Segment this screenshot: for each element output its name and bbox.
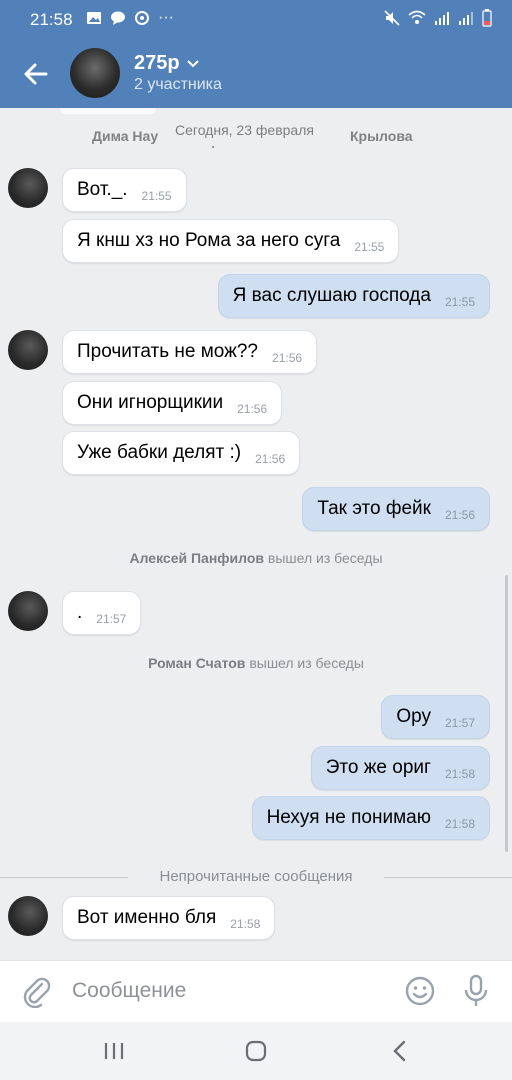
- system-message: Роман Счатов вышел из беседы: [0, 655, 512, 671]
- message-time: 21:55: [141, 189, 172, 203]
- system-icons: [384, 9, 492, 27]
- chat-header: 21:58 ··· 275р 2 участника: [0, 0, 512, 108]
- more-notifications-icon: ···: [158, 9, 174, 26]
- message-text: .: [77, 602, 83, 623]
- message-time: 21:56: [272, 351, 303, 365]
- message-time: 21:56: [255, 452, 286, 466]
- message-text: Прочитать не мож??: [77, 341, 259, 362]
- message-bubble[interactable]: Они игнорщикии 21:56: [62, 381, 283, 425]
- message-bubble[interactable]: Прочитать не мож?? 21:56: [62, 330, 318, 374]
- chat-title[interactable]: 275р: [134, 52, 200, 75]
- message-text: Нехуя не понимаю: [266, 807, 431, 828]
- signal-icon: [435, 12, 449, 25]
- chat-title-text: 275р: [134, 52, 180, 74]
- avatar[interactable]: [8, 168, 48, 208]
- battery-icon: [482, 9, 492, 27]
- back-chevron-icon[interactable]: [390, 1039, 410, 1063]
- message-time: 21:55: [354, 240, 385, 254]
- message-text: Вот именно бля: [77, 907, 217, 928]
- avatar[interactable]: [8, 330, 48, 370]
- microphone-icon[interactable]: [462, 973, 490, 1009]
- message-bubble[interactable]: Так это фейк 21:56: [302, 487, 490, 531]
- message-time: 21:57: [96, 612, 127, 626]
- date-dot: [212, 146, 214, 148]
- message-time: 21:56: [444, 508, 475, 522]
- attach-icon[interactable]: [22, 976, 52, 1008]
- message-text: Я кнш хз но Рома за него суга: [77, 230, 341, 251]
- message-text: Уже бабки делят :): [77, 442, 242, 463]
- system-message-action: вышел из беседы: [267, 550, 383, 566]
- message-text: Они игнорщикии: [77, 392, 224, 413]
- message-bubble[interactable]: Вот именно бля 21:58: [62, 896, 276, 940]
- chevron-down-icon: [186, 59, 199, 67]
- message-text: Так это фейк: [317, 498, 431, 519]
- message-bubble[interactable]: Я кнш хз но Рома за него суга 21:55: [62, 219, 400, 263]
- name-fragment-right: Крылова: [350, 128, 413, 144]
- divider-line: [384, 877, 512, 878]
- message-bubble[interactable]: Ору 21:57: [381, 695, 490, 739]
- message-time: 21:55: [444, 295, 475, 309]
- message-list[interactable]: Дима Нау Сегодня, 23 февраля Крылова Вот…: [0, 108, 512, 960]
- message-time: 21:56: [237, 402, 268, 416]
- message-bubble[interactable]: Уже бабки делят :) 21:56: [62, 431, 301, 475]
- status-bar: 21:58 ···: [0, 0, 512, 38]
- message-time: 21:58: [230, 917, 261, 931]
- avatar[interactable]: [8, 591, 48, 631]
- system-message-action: вышел из беседы: [249, 655, 364, 671]
- system-navigation-bar: [0, 1022, 512, 1080]
- message-text: Вот._.: [77, 179, 128, 200]
- chat-avatar[interactable]: [70, 48, 120, 98]
- avatar[interactable]: [8, 896, 48, 936]
- unread-divider: Непрочитанные сообщения: [0, 868, 512, 886]
- sync-icon: [135, 11, 149, 25]
- message-bubble[interactable]: Я вас слушаю господа 21:55: [217, 274, 490, 318]
- message-text: Я вас слушаю господа: [232, 285, 431, 306]
- recent-apps-icon[interactable]: [102, 1040, 126, 1062]
- message-bubble[interactable]: Вот._. 21:55: [62, 168, 187, 212]
- emoji-icon[interactable]: [404, 975, 436, 1007]
- back-arrow-icon[interactable]: [20, 58, 52, 90]
- system-message: Алексей Панфилов вышел из беседы: [0, 550, 512, 566]
- composer: Сообщение: [0, 960, 512, 1023]
- system-message-name: Алексей Панфилов: [129, 550, 265, 566]
- home-icon[interactable]: [244, 1039, 268, 1063]
- message-text: Ору: [396, 706, 431, 727]
- message-text: Это же ориг: [325, 757, 431, 778]
- chat-bubble-icon: [111, 11, 125, 25]
- message-bubble[interactable]: Нехуя не понимаю 21:58: [251, 796, 490, 840]
- notification-icons: ···: [86, 9, 174, 27]
- message-input[interactable]: Сообщение: [72, 979, 186, 1003]
- message-bubble[interactable]: . 21:57: [62, 591, 142, 635]
- message-bubble[interactable]: Это же ориг 21:58: [310, 746, 490, 790]
- scrollbar[interactable]: [505, 575, 508, 852]
- status-time: 21:58: [30, 10, 73, 29]
- name-fragment-left: Дима Нау: [92, 128, 159, 144]
- signal-2-icon: [459, 12, 473, 25]
- system-message-name: Роман Счатов: [148, 655, 246, 671]
- gallery-icon: [87, 12, 101, 24]
- message-time: 21:57: [444, 716, 475, 730]
- mute-icon: [384, 10, 400, 26]
- chat-subtitle: 2 участника: [134, 76, 222, 93]
- message-time: 21:58: [444, 817, 475, 831]
- date-label: Сегодня, 23 февраля: [175, 122, 314, 138]
- message-time: 21:58: [444, 767, 475, 781]
- wifi-icon: [408, 10, 426, 24]
